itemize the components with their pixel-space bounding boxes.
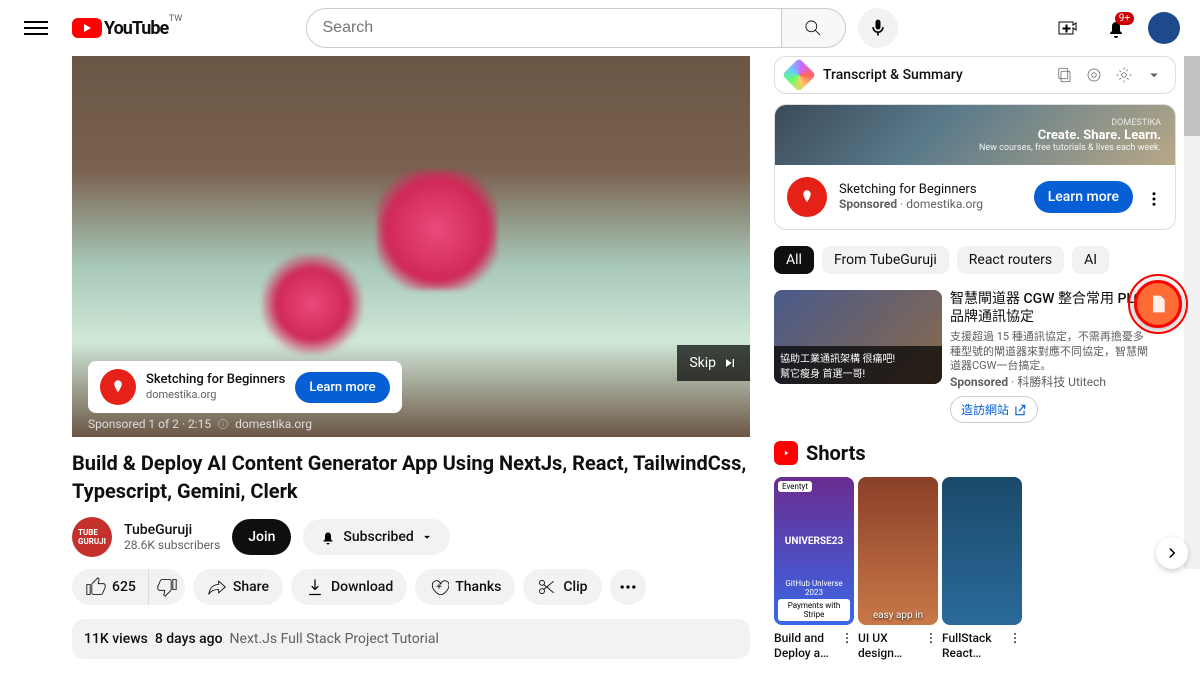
short-title: UI UX design Figma tutorial... — [858, 631, 922, 660]
external-link-icon — [1013, 403, 1027, 417]
mic-icon — [868, 18, 888, 38]
shorts-heading: Shorts — [806, 441, 866, 465]
ad-progress-info: Sponsored 1 of 2 · 2:15 domestika.org — [88, 417, 312, 431]
short-title: Build and Deploy a Full Stack Ne... — [774, 631, 838, 660]
short-item[interactable]: easy app in — [858, 477, 938, 625]
search-input[interactable] — [306, 8, 782, 48]
search-button[interactable] — [782, 8, 846, 48]
channel-subs: 28.6K subscribers — [124, 538, 220, 552]
visit-site-button[interactable]: 造訪網站 — [950, 396, 1038, 423]
sponsor-title: Sketching for Beginners — [839, 182, 1022, 197]
more-icon — [618, 577, 638, 597]
sponsor-icon — [787, 177, 827, 217]
copy-icon[interactable] — [1055, 66, 1073, 84]
clip-icon — [537, 577, 557, 597]
skip-label: Skip — [689, 355, 716, 371]
dislike-button[interactable] — [149, 569, 185, 605]
chip-from-channel[interactable]: From TubeGuruji — [822, 246, 949, 274]
sponsor-more[interactable] — [1145, 186, 1163, 208]
short-title: FullStack React Tailwindcss Hu... — [942, 631, 1006, 660]
ad-brand-icon — [100, 369, 136, 405]
shorts-shelf: Eventyt UNIVERSE23 GitHub Universe 2023 … — [774, 477, 1176, 625]
search-icon — [803, 18, 823, 38]
description-box[interactable]: 11K views 8 days ago Next.Js Full Stack … — [72, 619, 750, 659]
document-icon — [1148, 294, 1168, 314]
join-button[interactable]: Join — [232, 519, 291, 555]
ad-overlay-domain: domestika.org — [146, 388, 216, 401]
filter-chips: All From TubeGuruji React routers AI — [774, 246, 1176, 274]
channel-name[interactable]: TubeGuruji — [124, 522, 220, 538]
skip-icon — [722, 355, 738, 371]
sponsor-cta[interactable]: Learn more — [1034, 181, 1133, 213]
notifications-button[interactable]: 9+ — [1096, 8, 1136, 48]
menu-button[interactable] — [16, 8, 56, 48]
shorts-icon — [774, 441, 798, 465]
share-icon — [207, 577, 227, 597]
create-icon — [1056, 16, 1080, 40]
skip-ad-button[interactable]: Skip — [677, 345, 750, 381]
short-item[interactable]: Eventyt UNIVERSE23 GitHub Universe 2023 … — [774, 477, 854, 625]
ad-overlay-title: Sketching for Beginners — [146, 372, 285, 387]
chevron-down-icon — [420, 530, 434, 544]
download-button[interactable]: Download — [291, 569, 407, 605]
related-ad-desc: 支援超過 15 種通訊協定，不需再擔憂多種型號的閘道器來對應不同協定，智慧閘道器… — [950, 330, 1150, 373]
sponsor-card: DOMESTIKA Create. Share. Learn. New cour… — [774, 104, 1176, 230]
chevron-right-icon — [1163, 544, 1181, 562]
transcript-title: Transcript & Summary — [823, 67, 1043, 83]
more-actions-button[interactable] — [610, 569, 646, 605]
video-player[interactable]: Skip Sketching for Beginners domestika.o… — [72, 56, 750, 437]
channel-avatar[interactable]: TUBEGURUJI — [72, 517, 112, 557]
sponsor-banner[interactable]: DOMESTIKA Create. Share. Learn. New cour… — [775, 105, 1175, 165]
download-icon — [305, 577, 325, 597]
voice-search-button[interactable] — [858, 8, 898, 48]
notification-badge: 9+ — [1115, 12, 1134, 25]
clip-button[interactable]: Clip — [523, 569, 601, 605]
thanks-icon — [429, 577, 449, 597]
more-icon[interactable] — [1008, 631, 1022, 645]
header: YouTube TW 9+ — [0, 0, 1200, 56]
youtube-logo[interactable]: YouTube TW — [72, 18, 168, 39]
share-button[interactable]: Share — [193, 569, 283, 605]
chip-all[interactable]: All — [774, 246, 814, 274]
thumbs-down-icon — [157, 577, 177, 597]
floating-action-button[interactable] — [1134, 280, 1182, 328]
short-item[interactable] — [942, 477, 1022, 625]
ad-overlay-card: Sketching for Beginners domestika.org Le… — [88, 361, 402, 413]
logo-text: YouTube — [104, 18, 168, 39]
logo-region: TW — [169, 14, 182, 24]
chip-react-routers[interactable]: React routers — [957, 246, 1064, 274]
scrollbar[interactable] — [1184, 0, 1200, 569]
create-button[interactable] — [1048, 8, 1088, 48]
chip-ai[interactable]: AI — [1072, 246, 1109, 274]
related-ad-title: 智慧閘道器 CGW 整合常用 PLC 品牌通訊協定 — [950, 290, 1150, 326]
subscribed-button[interactable]: Subscribed — [303, 519, 449, 555]
chevron-down-icon[interactable] — [1145, 66, 1163, 84]
account-button[interactable] — [1144, 8, 1184, 48]
ai-icon[interactable] — [1085, 66, 1103, 84]
more-icon[interactable] — [840, 631, 854, 645]
related-thumb: 協助工業通訊架構 很痛吧!幫它瘦身 首選一哥! — [774, 290, 942, 384]
thanks-button[interactable]: Thanks — [415, 569, 515, 605]
ad-overlay-cta[interactable]: Learn more — [295, 372, 389, 403]
settings-icon[interactable] — [1115, 66, 1133, 84]
thumbs-up-icon — [86, 577, 106, 597]
related-ad[interactable]: 協助工業通訊架構 很痛吧!幫它瘦身 首選一哥! 智慧閘道器 CGW 整合常用 P… — [774, 290, 1176, 423]
avatar — [1148, 12, 1180, 44]
bell-icon — [319, 528, 337, 546]
like-button[interactable]: 625 — [72, 569, 149, 605]
video-title: Build & Deploy AI Content Generator App … — [72, 449, 750, 505]
more-icon[interactable] — [924, 631, 938, 645]
transcript-summary-bar[interactable]: Transcript & Summary — [774, 56, 1176, 94]
info-icon — [217, 418, 229, 430]
transcript-logo-icon — [782, 58, 816, 92]
